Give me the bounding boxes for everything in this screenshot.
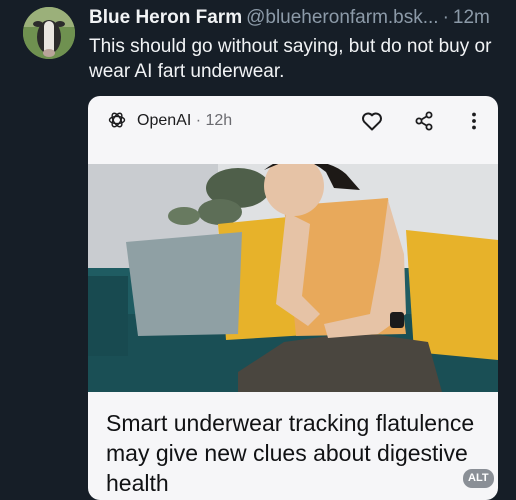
alt-badge[interactable]: ALT xyxy=(463,469,494,488)
embed-header: OpenAI · 12h xyxy=(88,96,498,164)
source-name[interactable]: OpenAI xyxy=(137,112,191,129)
post-text: This should go without saying, but do no… xyxy=(89,36,492,82)
source-separator: · xyxy=(195,112,202,129)
post-time[interactable]: 12m xyxy=(453,7,490,28)
author-handle[interactable]: @blueheronfarm.bsk... xyxy=(246,7,439,28)
author-name[interactable]: Blue Heron Farm xyxy=(89,7,242,28)
separator: · xyxy=(442,7,449,28)
post-header: Blue Heron Farm @blueheronfarm.bsk... · 12m xyxy=(89,6,508,30)
avatar[interactable] xyxy=(23,7,75,59)
share-icon[interactable] xyxy=(412,109,436,133)
heart-icon[interactable] xyxy=(360,109,384,133)
article-headline[interactable]: Smart underwear tracking flatulence may … xyxy=(106,408,486,498)
embedded-post-card[interactable]: OpenAI · 12h Smart underwear tracking fl… xyxy=(88,96,498,500)
embed-source[interactable]: OpenAI · 12h xyxy=(137,111,232,131)
source-time: 12h xyxy=(205,112,233,129)
openai-logo-icon xyxy=(107,110,127,130)
more-vertical-icon[interactable] xyxy=(462,109,486,133)
article-image[interactable] xyxy=(88,164,498,392)
